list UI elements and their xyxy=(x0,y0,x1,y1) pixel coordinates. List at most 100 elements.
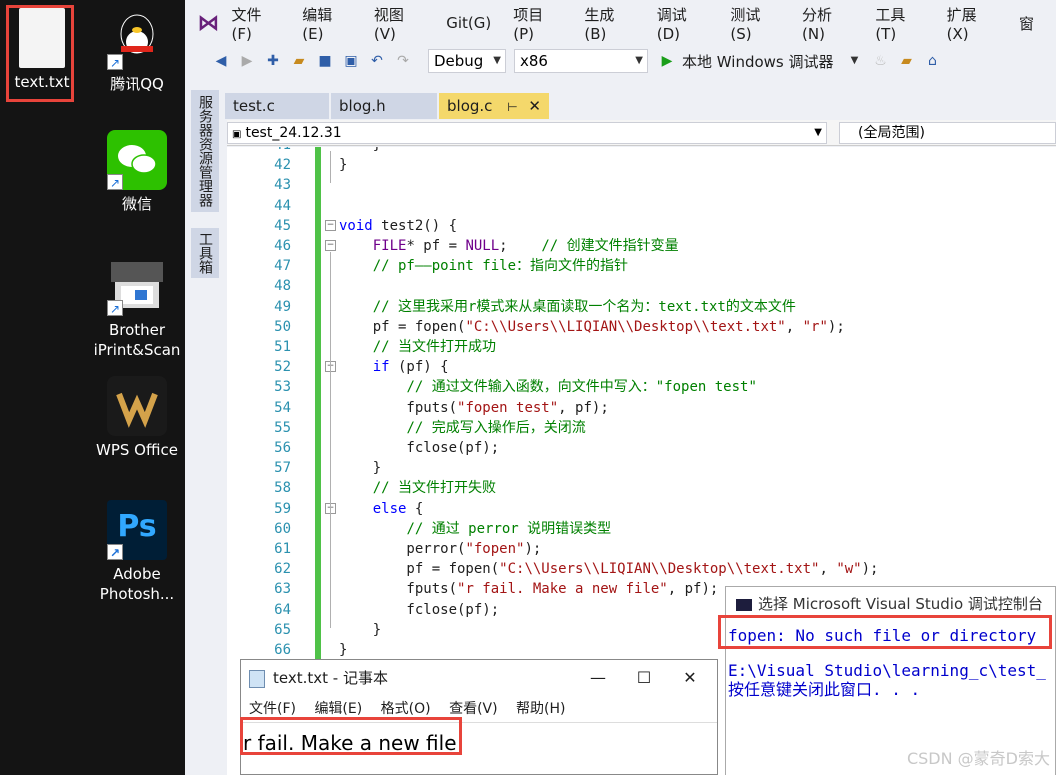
notepad-menu-help[interactable]: 帮助(H) xyxy=(516,701,565,717)
line-number: 61 xyxy=(274,541,291,557)
run-debugger-button[interactable]: 本地 Windows 调试器 xyxy=(682,51,834,72)
line-number: 53 xyxy=(274,379,291,396)
document-tabs: test.c blog.h blog.c ⊢ ✕ xyxy=(225,93,1056,119)
redo-icon[interactable]: ↷ xyxy=(392,50,414,72)
tab-toolbox[interactable]: 工具箱 xyxy=(191,228,219,278)
line-number: 55 xyxy=(274,419,291,436)
fold-guide-line xyxy=(330,373,331,467)
back-icon[interactable]: ◀ xyxy=(210,50,232,72)
code-line[interactable]: // 这里我采用r模式来从桌面读取一个名为：text.txt的文本文件 xyxy=(339,297,796,317)
code-line[interactable]: } xyxy=(339,155,347,175)
platform-select[interactable]: x86 ▼ xyxy=(514,49,648,73)
pin-icon[interactable]: ⊢ xyxy=(507,100,517,114)
fold-guide-line xyxy=(330,514,331,628)
notepad-menu-view[interactable]: 查看(V) xyxy=(449,701,498,717)
line-number: 60 xyxy=(274,520,291,537)
configuration-select[interactable]: Debug ▼ xyxy=(428,49,506,73)
desktop-icon-label: Adobe Photosh... xyxy=(99,565,175,603)
fold-guide-line xyxy=(330,151,331,184)
close-icon[interactable]: ✕ xyxy=(528,97,541,115)
code-line[interactable]: void test2() { xyxy=(339,216,457,236)
save-icon[interactable]: ■ xyxy=(314,50,336,72)
forward-icon[interactable]: ▶ xyxy=(236,50,258,72)
desktop-icon-wps[interactable]: WPS Office xyxy=(92,376,182,460)
code-line[interactable]: FILE* pf = NULL; // 创建文件指针变量 xyxy=(339,236,679,256)
tab-blog-c[interactable]: blog.c ⊢ ✕ xyxy=(439,93,549,119)
code-line[interactable]: else { xyxy=(339,499,424,519)
code-line[interactable]: // 通过 perror 说明错误类型 xyxy=(339,519,611,539)
code-line[interactable]: fputs("r fail. Make a new file", pf); xyxy=(339,579,718,599)
menu-view[interactable]: 视图(V) xyxy=(374,4,424,43)
tab-label: blog.c xyxy=(447,97,493,115)
line-number: 50 xyxy=(274,318,291,335)
code-line[interactable]: if (pf) { xyxy=(339,357,449,377)
console-title: 选择 Microsoft Visual Studio 调试控制台 xyxy=(758,595,1043,613)
menu-debug[interactable]: 调试(D) xyxy=(657,4,709,43)
minimize-icon[interactable]: — xyxy=(575,660,621,696)
code-line[interactable]: } xyxy=(339,147,381,155)
new-item-icon[interactable]: ✚ xyxy=(262,50,284,72)
menu-extensions[interactable]: 扩展(X) xyxy=(947,4,997,43)
line-number: 66 xyxy=(274,642,291,658)
code-line[interactable]: // 当文件打开成功 xyxy=(339,337,496,357)
menu-analyze[interactable]: 分析(N) xyxy=(802,4,853,43)
code-line[interactable]: // 通过文件输入函数，向文件中写入："fopen test" xyxy=(339,377,756,397)
close-icon[interactable]: ✕ xyxy=(667,660,713,696)
line-number: 43 xyxy=(274,177,291,194)
code-line[interactable]: // pf——point file：指向文件的指针 xyxy=(339,256,628,276)
menu-edit[interactable]: 编辑(E) xyxy=(302,4,352,43)
folder-search-icon[interactable]: ▰ xyxy=(896,50,918,72)
code-line[interactable]: fputs("fopen test", pf); xyxy=(339,398,608,418)
navigation-bar: ▣ test_24.12.31 ▼ (全局范围) xyxy=(227,120,1056,146)
project-icon: ▣ xyxy=(232,129,242,140)
home-icon[interactable]: ⌂ xyxy=(922,50,944,72)
notepad-menu-format[interactable]: 格式(O) xyxy=(381,701,431,717)
menu-build[interactable]: 生成(B) xyxy=(584,4,634,43)
menu-file[interactable]: 文件(F) xyxy=(232,4,281,43)
desktop-icon-photoshop[interactable]: Ps ↗ Adobe Photosh... xyxy=(92,500,182,604)
tab-test-c[interactable]: test.c xyxy=(225,93,329,119)
scope-dropdown[interactable]: (全局范围) xyxy=(839,122,1056,144)
code-line[interactable]: perror("fopen"); xyxy=(339,539,541,559)
code-line[interactable]: } xyxy=(339,620,381,640)
chevron-down-icon[interactable]: ▼ xyxy=(844,50,866,72)
code-line[interactable]: } xyxy=(339,458,381,478)
platform-value: x86 xyxy=(520,52,548,70)
open-folder-icon[interactable]: ▰ xyxy=(288,50,310,72)
code-line[interactable]: fclose(pf); xyxy=(339,600,499,620)
shortcut-arrow-icon: ↗ xyxy=(107,54,123,70)
undo-icon[interactable]: ↶ xyxy=(366,50,388,72)
notepad-menu-edit[interactable]: 编辑(E) xyxy=(314,701,362,717)
fold-toggle-icon[interactable]: − xyxy=(325,219,336,231)
code-line[interactable]: // 完成写入操作后，关闭流 xyxy=(339,418,585,438)
notepad-title-bar[interactable]: text.txt - 记事本 — ☐ ✕ xyxy=(241,660,717,696)
hot-reload-icon[interactable]: ♨ xyxy=(870,50,892,72)
run-icon[interactable]: ▶ xyxy=(656,50,678,72)
code-line[interactable]: // 当文件打开失败 xyxy=(339,478,496,498)
desktop-icon-wechat[interactable]: ↗ 微信 xyxy=(92,130,182,214)
desktop-icon-label: 腾讯QQ xyxy=(110,75,164,93)
desktop-icon-qq[interactable]: ↗ 腾讯QQ xyxy=(92,10,182,94)
menu-test[interactable]: 测试(S) xyxy=(730,4,780,43)
menu-git[interactable]: Git(G) xyxy=(446,14,491,32)
project-dropdown[interactable]: ▣ test_24.12.31 ▼ xyxy=(227,122,827,144)
tab-label: blog.h xyxy=(339,97,386,115)
menu-project[interactable]: 项目(P) xyxy=(513,4,562,43)
code-line[interactable]: fclose(pf); xyxy=(339,438,499,458)
notepad-menu-file[interactable]: 文件(F) xyxy=(249,701,296,717)
desktop-icon-brother[interactable]: ↗ Brother iPrint&Scan xyxy=(92,256,182,360)
save-all-icon[interactable]: ▣ xyxy=(340,50,362,72)
console-path-line: E:\Visual Studio\learning_c\test_ xyxy=(728,661,1046,680)
tab-server-explorer[interactable]: 服务器资源管理器 xyxy=(191,90,219,212)
code-line[interactable]: } xyxy=(339,640,347,660)
desktop-icon-label: WPS Office xyxy=(96,441,178,459)
line-number: 46 xyxy=(274,238,291,254)
fold-toggle-icon[interactable]: − xyxy=(325,240,336,251)
tab-blog-h[interactable]: blog.h xyxy=(331,93,437,119)
code-line[interactable]: pf = fopen("C:\\Users\\LIQIAN\\Desktop\\… xyxy=(339,559,878,579)
menu-tools[interactable]: 工具(T) xyxy=(875,4,924,43)
menu-window[interactable]: 窗 xyxy=(1019,13,1034,34)
maximize-icon[interactable]: ☐ xyxy=(621,660,667,696)
code-line[interactable]: pf = fopen("C:\\Users\\LIQIAN\\Desktop\\… xyxy=(339,317,845,337)
chevron-down-icon: ▼ xyxy=(493,55,501,66)
